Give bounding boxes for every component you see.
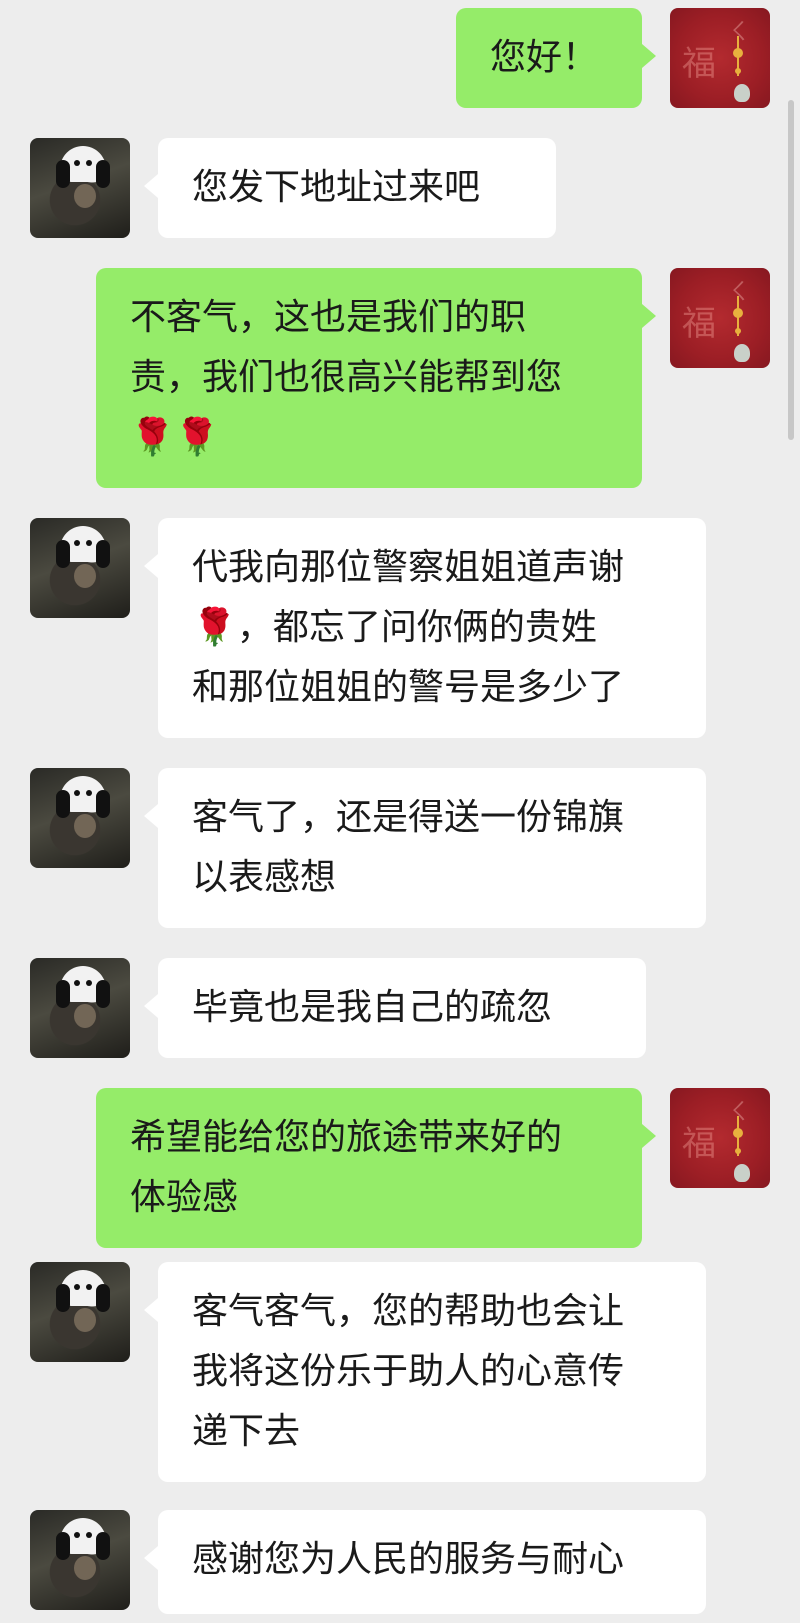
user-avatar[interactable] [30,768,130,868]
message-bubble-outgoing[interactable]: 希望能给您的旅途带来好的 体验感 [96,1088,656,1248]
agent-avatar[interactable]: 福ㄑ [670,1088,770,1188]
message-bubble-incoming[interactable]: 您发下地址过来吧 [144,138,556,238]
message-bubble-incoming[interactable]: 客气客气，您的帮助也会让 我将这份乐于助人的心意传 递下去 [144,1262,706,1482]
scrollbar[interactable] [788,100,794,440]
user-avatar[interactable] [30,1510,130,1610]
message-bubble-incoming[interactable]: 代我向那位警察姐姐道声谢 🌹，都忘了问你俩的贵姓 和那位姐姐的警号是多少了 [144,518,706,738]
user-avatar[interactable] [30,138,130,238]
chat-window: 您好！ 福ㄑ 您发下地址过来吧 不客气，这也是我们的职 责，我们也很高兴能帮到您… [0,0,800,1623]
user-avatar[interactable] [30,958,130,1058]
message-bubble-incoming[interactable]: 毕竟也是我自己的疏忽 [144,958,646,1058]
message-bubble-incoming[interactable]: 客气了，还是得送一份锦旗 以表感想 [144,768,706,928]
message-bubble-outgoing[interactable]: 不客气，这也是我们的职 责，我们也很高兴能帮到您 🌹🌹 [96,268,656,488]
user-avatar[interactable] [30,518,130,618]
message-bubble-outgoing[interactable]: 您好！ [456,8,656,108]
message-bubble-incoming[interactable]: 感谢您为人民的服务与耐心 [144,1510,706,1614]
agent-avatar[interactable]: 福ㄑ [670,268,770,368]
user-avatar[interactable] [30,1262,130,1362]
agent-avatar[interactable]: 福ㄑ [670,8,770,108]
